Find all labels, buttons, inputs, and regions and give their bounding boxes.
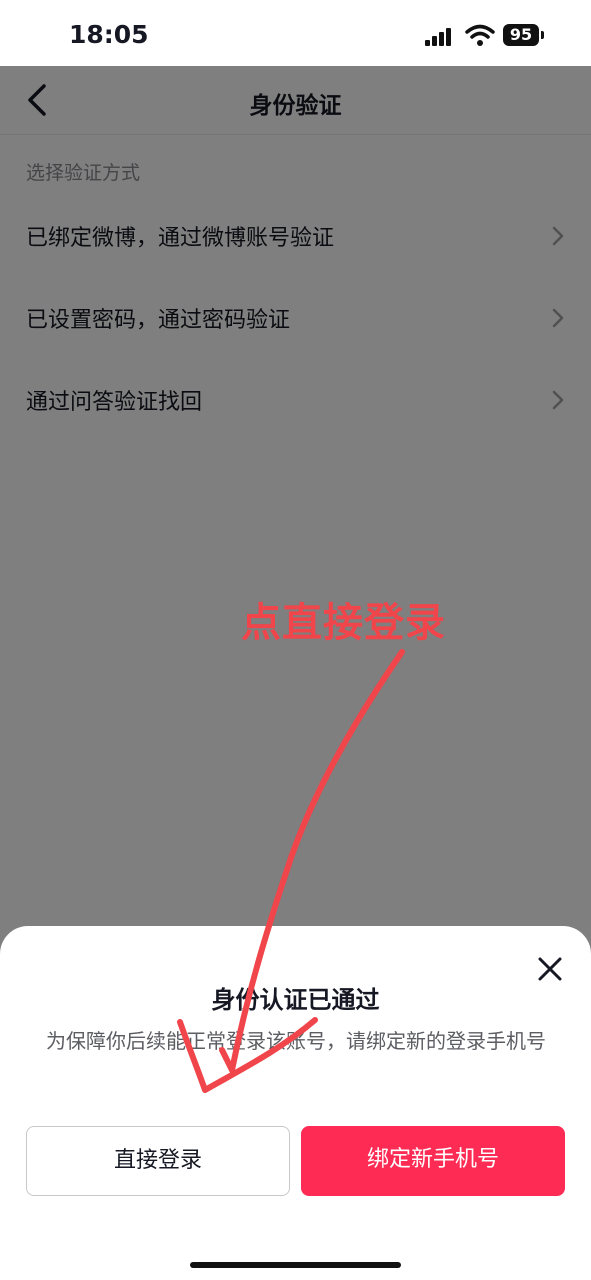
bind-new-phone-button[interactable]: 绑定新手机号 — [301, 1126, 565, 1196]
status-bar: 18:05 95 — [0, 0, 591, 66]
cellular-signal-icon — [425, 26, 455, 46]
home-indicator — [190, 1262, 401, 1268]
status-time: 18:05 — [69, 20, 149, 49]
verification-passed-sheet: 身份认证已通过 为保障你后续能正常登录该账号，请绑定新的登录手机号 直接登录 绑… — [0, 926, 591, 1280]
wifi-icon — [465, 24, 495, 46]
sheet-title: 身份认证已通过 — [211, 986, 380, 1014]
sheet-description: 为保障你后续能正常登录该账号，请绑定新的登录手机号 — [46, 1029, 546, 1053]
direct-login-button[interactable]: 直接登录 — [26, 1126, 290, 1196]
battery-icon: 95 — [503, 24, 539, 46]
battery-tip — [541, 31, 544, 39]
